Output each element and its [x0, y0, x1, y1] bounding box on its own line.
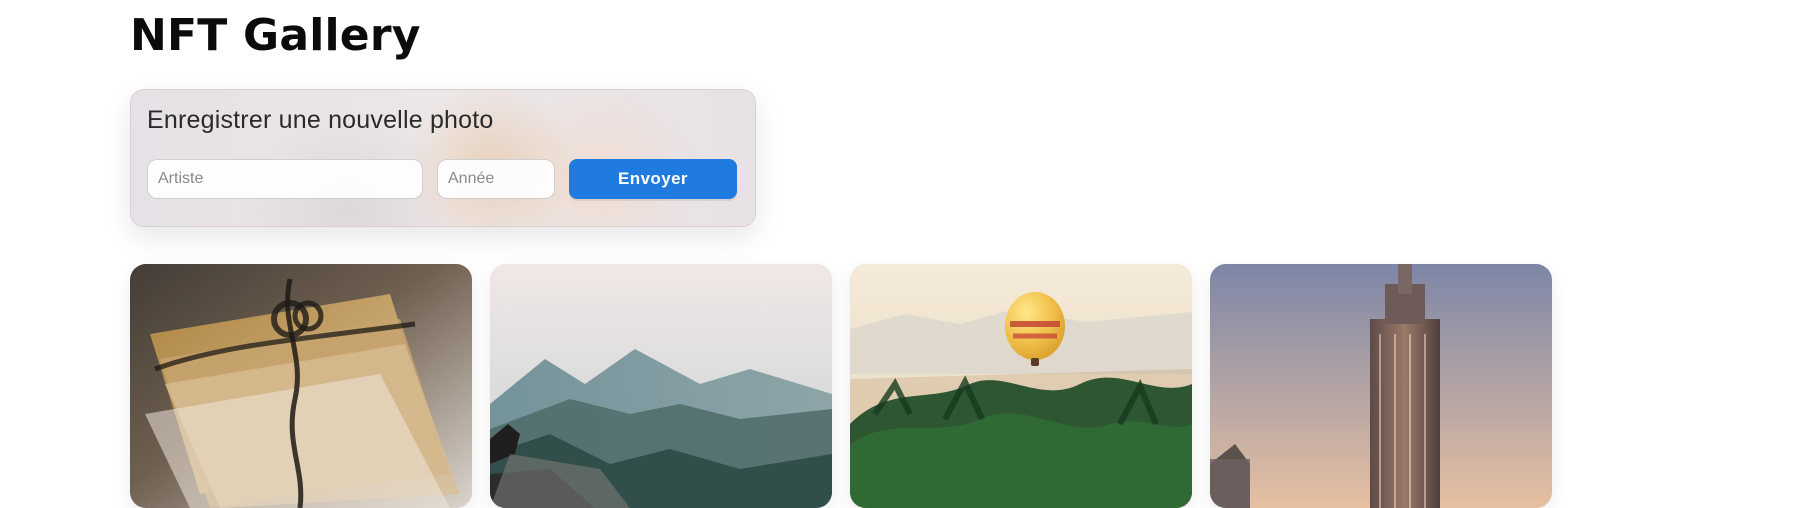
form-row: Envoyer: [147, 159, 737, 199]
gallery-item-3[interactable]: [850, 264, 1192, 508]
page: NFT Gallery Enregistrer une nouvelle pho…: [0, 0, 1802, 508]
photo-icon: [490, 264, 832, 508]
year-input[interactable]: [437, 159, 555, 199]
artist-input[interactable]: [147, 159, 423, 199]
page-title: NFT Gallery: [130, 10, 421, 61]
submit-button[interactable]: Envoyer: [569, 159, 737, 199]
gallery-item-4[interactable]: [1210, 264, 1552, 508]
form-title: Enregistrer une nouvelle photo: [147, 106, 494, 134]
gallery-item-1[interactable]: [130, 264, 472, 508]
card-content: Enregistrer une nouvelle photo Envoyer: [131, 90, 755, 226]
photo-gallery: [130, 264, 1552, 508]
photo-icon: [1210, 264, 1552, 508]
gallery-item-2[interactable]: [490, 264, 832, 508]
photo-icon: [850, 264, 1192, 508]
upload-card: Enregistrer une nouvelle photo Envoyer: [130, 89, 756, 227]
photo-icon: [130, 264, 472, 508]
